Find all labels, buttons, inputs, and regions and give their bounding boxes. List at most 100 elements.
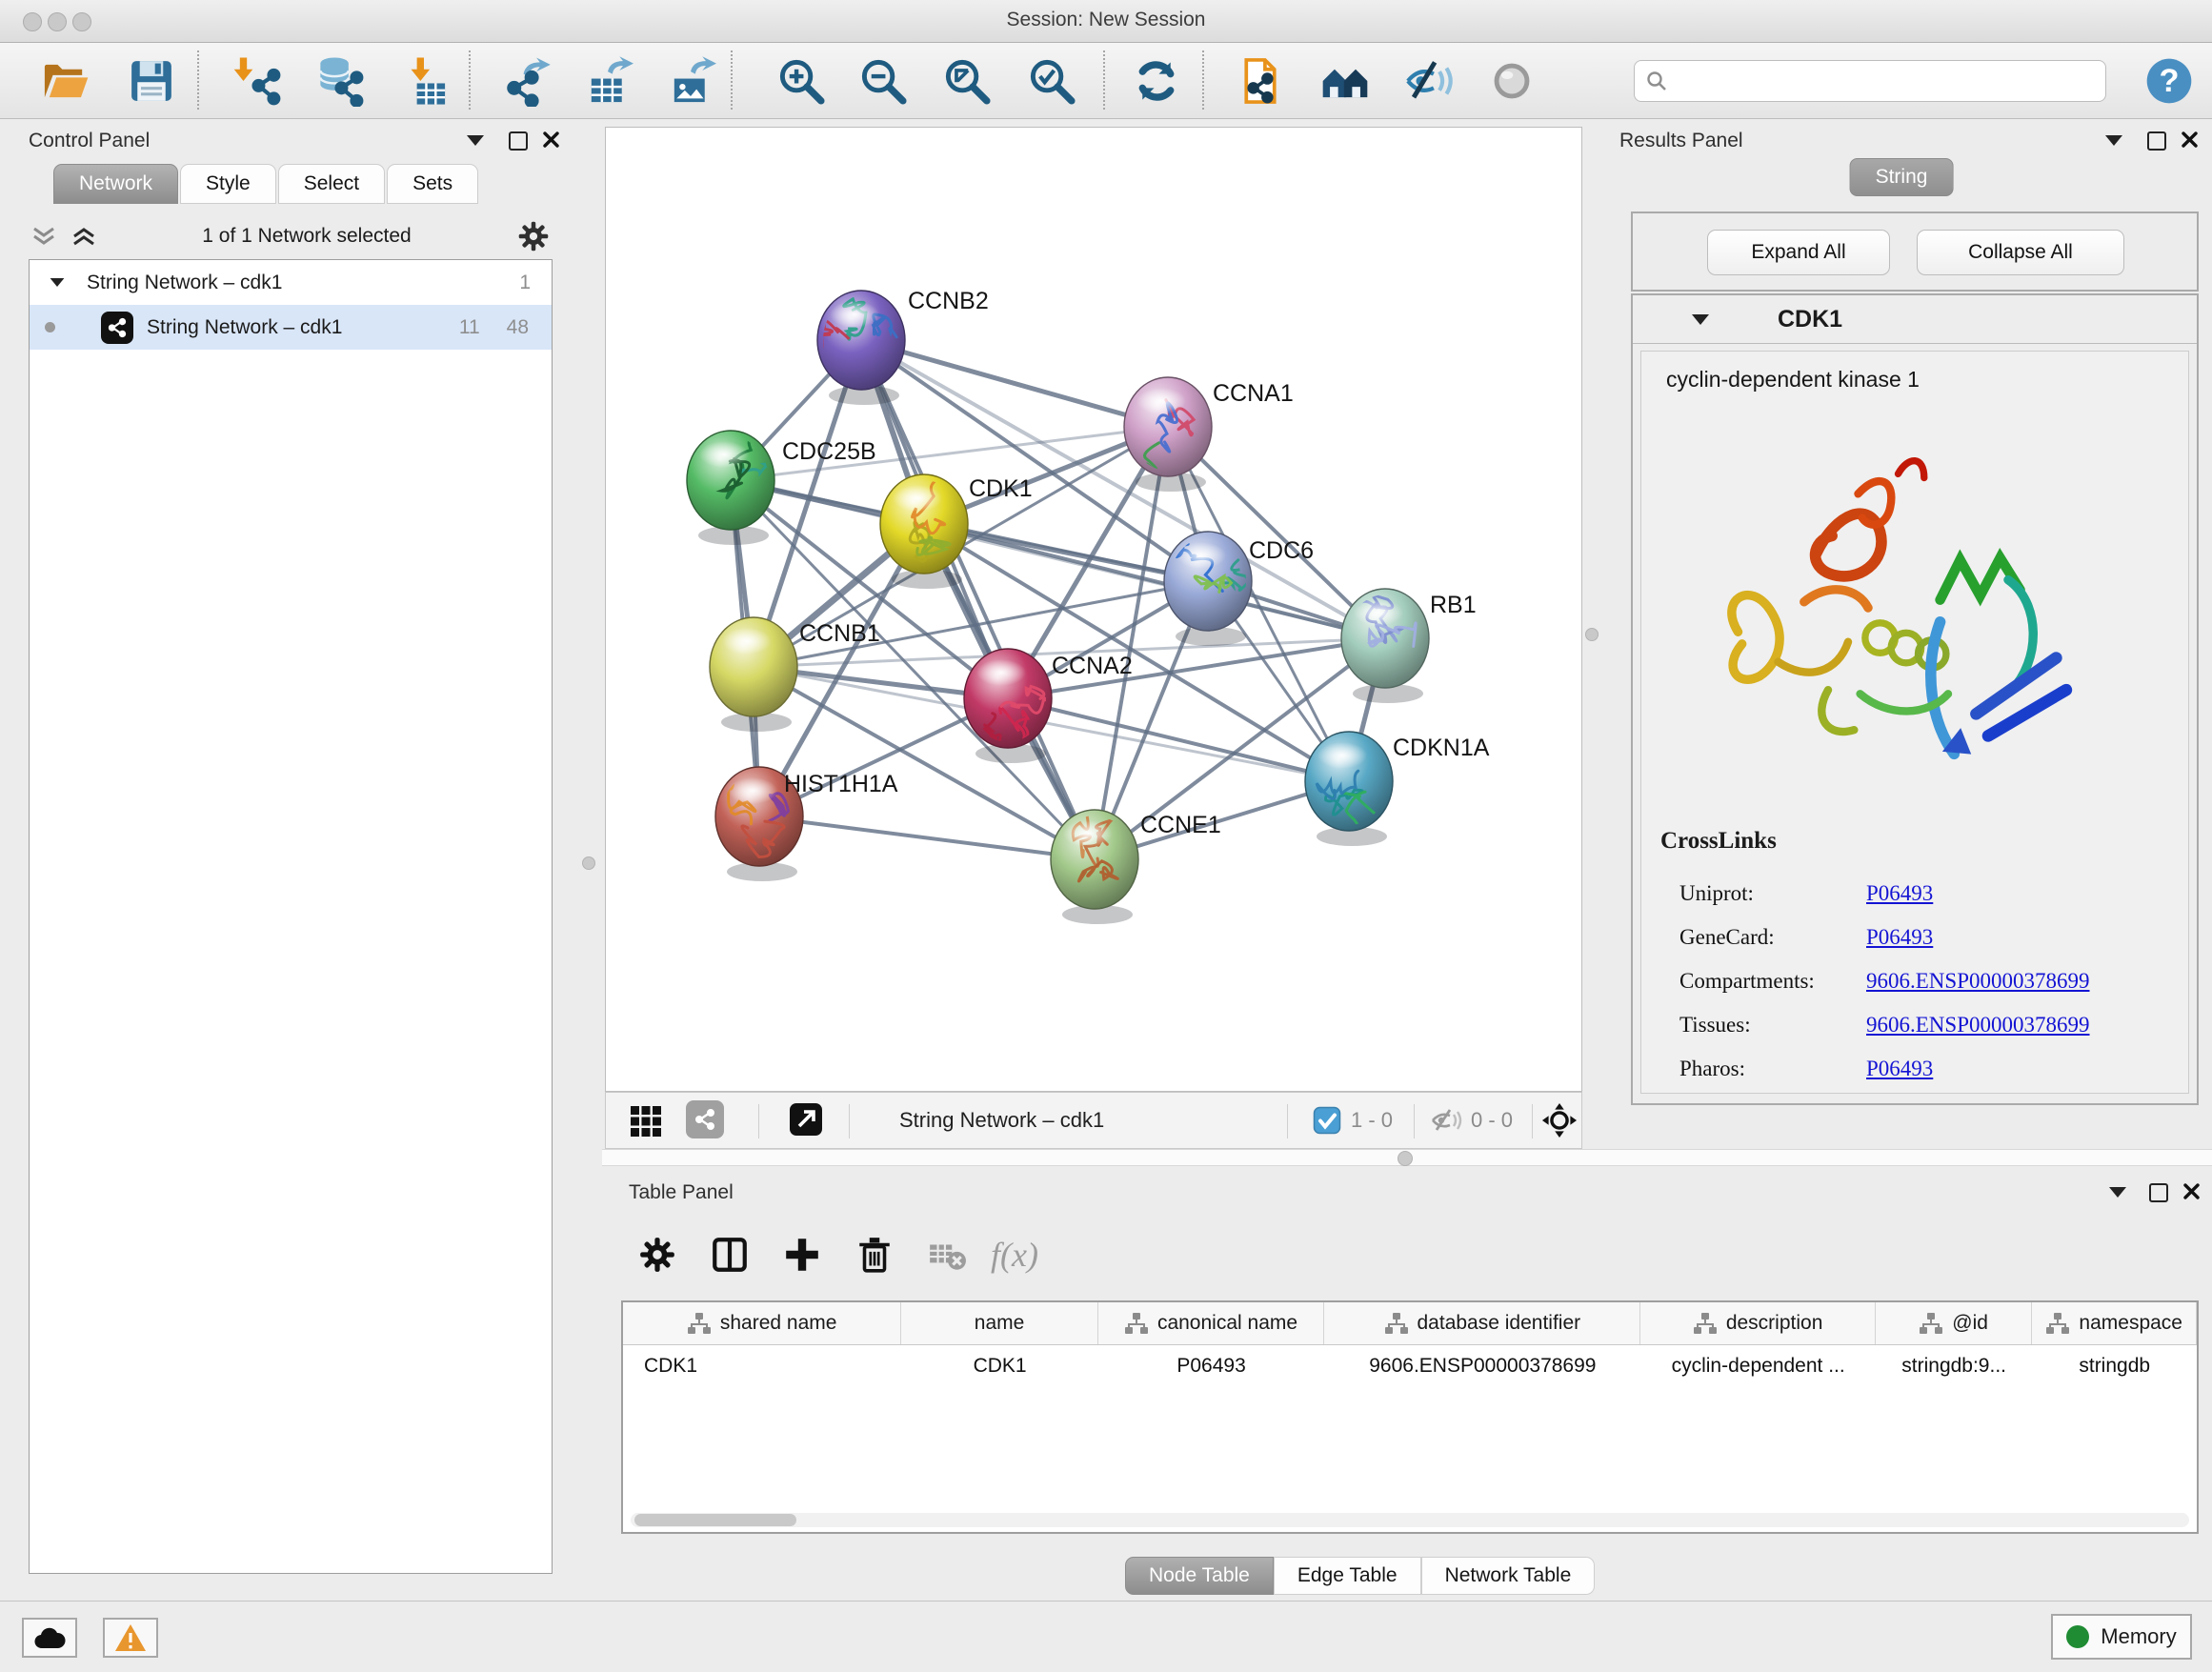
fit-content-button[interactable] [1541, 1102, 1578, 1143]
column-header-shared-name[interactable]: shared name [623, 1302, 901, 1344]
refresh-button[interactable] [1129, 53, 1184, 109]
table-settings-button[interactable] [633, 1231, 681, 1279]
save-session-button[interactable] [124, 53, 179, 109]
column-header-description[interactable]: description [1640, 1302, 1875, 1344]
column-header-@id[interactable]: @id [1876, 1302, 2033, 1344]
network-edge[interactable] [759, 816, 1095, 859]
network-edge[interactable] [861, 340, 1168, 427]
tab-node-table[interactable]: Node Table [1125, 1557, 1274, 1595]
show-all-button[interactable] [1484, 53, 1539, 109]
show-columns-button[interactable] [706, 1231, 754, 1279]
home-layouts-button[interactable] [1317, 53, 1373, 109]
search-input[interactable] [1675, 70, 2105, 93]
toolbar-separator [469, 50, 471, 110]
panel-menu-icon[interactable] [2109, 1187, 2126, 1198]
export-network-button[interactable] [498, 53, 553, 109]
column-header-name[interactable]: name [901, 1302, 1098, 1344]
network-node-CDKN1A[interactable] [1305, 732, 1393, 846]
collapse-all-button[interactable]: Collapse All [1917, 230, 2124, 275]
zoom-selected-button[interactable] [1024, 53, 1079, 109]
tab-style[interactable]: Style [180, 164, 276, 204]
tab-network-table[interactable]: Network Table [1421, 1557, 1596, 1595]
panel-menu-icon[interactable] [467, 135, 484, 146]
table-cell[interactable]: 9606.ENSP00000378699 [1324, 1345, 1640, 1387]
houses-icon [1319, 55, 1371, 107]
table-horizontal-scrollbar[interactable] [631, 1513, 2189, 1527]
view-grid-button[interactable] [629, 1104, 663, 1143]
table-cell[interactable]: stringdb [2032, 1345, 2197, 1387]
network-node-CCNB1[interactable] [710, 617, 797, 732]
crosslink-value-link[interactable]: P06493 [1866, 881, 1933, 906]
panel-close-icon[interactable] [543, 131, 559, 152]
function-builder-button[interactable]: f(x) [991, 1231, 1038, 1279]
export-image-button[interactable] [663, 53, 718, 109]
horizontal-splitter-grip[interactable] [1398, 1151, 1413, 1166]
table-cell[interactable]: CDK1 [623, 1345, 901, 1387]
network-node-CCNE1[interactable] [1051, 796, 1138, 924]
table-cell[interactable]: P06493 [1098, 1345, 1324, 1387]
view-network-button[interactable] [686, 1100, 724, 1138]
crosslink-value-link[interactable]: 9606.ENSP00000378699 [1866, 969, 2090, 994]
zoom-in-button[interactable] [774, 53, 829, 109]
expand-all-button[interactable]: Expand All [1707, 230, 1890, 275]
tab-sets[interactable]: Sets [387, 164, 478, 204]
table-cell[interactable]: stringdb:9... [1876, 1345, 2033, 1387]
tree-expand-icon[interactable] [50, 278, 65, 287]
crosslinks-rows: Uniprot:P06493GeneCard:P06493Compartment… [1679, 872, 2175, 1091]
zoom-fit-button[interactable] [939, 53, 995, 109]
network-node-CCNB2[interactable] [816, 291, 905, 405]
memory-button[interactable]: Memory [2051, 1614, 2192, 1660]
column-header-database-identifier[interactable]: database identifier [1324, 1302, 1640, 1344]
crosslink-value-link[interactable]: P06493 [1866, 1057, 1933, 1081]
zoom-out-button[interactable] [855, 53, 911, 109]
import-network-button[interactable] [229, 53, 284, 109]
delete-table-button[interactable] [923, 1231, 971, 1279]
network-node-CDC25B[interactable] [687, 431, 782, 545]
protein-entry-header[interactable]: CDK1 [1633, 295, 2197, 344]
collapse-all-icon[interactable] [30, 225, 57, 248]
open-in-new-window-button[interactable] [787, 1100, 825, 1143]
tab-edge-table[interactable]: Edge Table [1274, 1557, 1421, 1595]
add-column-button[interactable] [778, 1231, 826, 1279]
export-table-button[interactable] [580, 53, 635, 109]
scrollbar-thumb[interactable] [634, 1514, 796, 1526]
panel-close-icon[interactable] [2182, 131, 2198, 152]
crosslink-value-link[interactable]: 9606.ENSP00000378699 [1866, 1013, 2090, 1037]
horizontal-splitter[interactable] [602, 1149, 2212, 1166]
network-node-CCNA1[interactable] [1124, 377, 1212, 513]
help-button[interactable]: ? [2142, 53, 2197, 109]
import-table-button[interactable] [396, 53, 452, 109]
vertical-splitter-grip[interactable] [1585, 628, 1599, 641]
table-cell[interactable]: CDK1 [901, 1345, 1098, 1387]
panel-float-icon[interactable] [2149, 1183, 2168, 1202]
delete-column-button[interactable] [851, 1231, 898, 1279]
column-header-canonical-name[interactable]: canonical name [1098, 1302, 1324, 1344]
panel-float-icon[interactable] [2147, 131, 2166, 151]
tab-string[interactable]: String [1850, 158, 1954, 196]
panel-float-icon[interactable] [509, 131, 528, 151]
entry-collapse-icon[interactable] [1692, 314, 1709, 325]
crosslink-value-link[interactable]: P06493 [1866, 925, 1933, 950]
vertical-splitter-grip[interactable] [582, 856, 595, 870]
open-session-button[interactable] [38, 53, 93, 109]
panel-close-icon[interactable] [2183, 1183, 2200, 1204]
network-collection-row[interactable]: String Network – cdk1 1 [30, 260, 552, 305]
cloud-status-button[interactable] [22, 1618, 77, 1658]
warnings-button[interactable] [103, 1618, 158, 1658]
table-cell[interactable]: cyclin-dependent ... [1640, 1345, 1875, 1387]
expand-all-icon[interactable] [70, 225, 97, 248]
network-graph[interactable]: CCNB2CCNA1CDC25BCDK1CDC6RB1CCNB1CCNA2CDK… [606, 128, 1581, 1091]
column-header-namespace[interactable]: namespace [2032, 1302, 2197, 1344]
gear-icon[interactable] [516, 219, 551, 253]
search-field[interactable] [1634, 60, 2106, 102]
tab-select[interactable]: Select [278, 164, 385, 204]
hide-selected-button[interactable] [1401, 53, 1457, 109]
tab-network[interactable]: Network [53, 164, 178, 204]
network-node-RB1[interactable] [1326, 589, 1429, 703]
share-network-file-button[interactable] [1233, 53, 1288, 109]
network-row[interactable]: String Network – cdk1 11 48 [30, 305, 552, 350]
import-network-from-database-button[interactable] [312, 53, 367, 109]
table-row[interactable]: CDK1CDK1P064939606.ENSP00000378699cyclin… [623, 1345, 2197, 1387]
panel-menu-icon[interactable] [2105, 135, 2122, 146]
network-canvas[interactable]: CCNB2CCNA1CDC25BCDK1CDC6RB1CCNB1CCNA2CDK… [605, 127, 1582, 1092]
